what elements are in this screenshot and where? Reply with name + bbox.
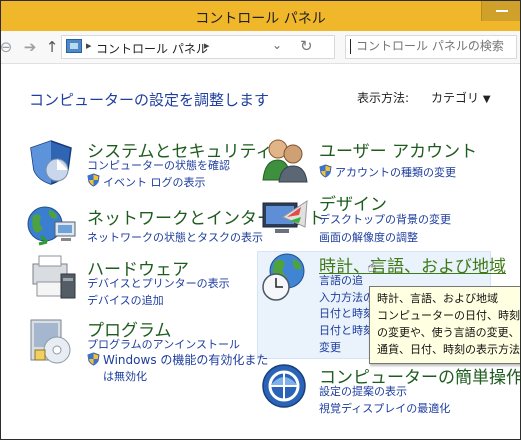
- uac-shield-icon: [319, 164, 332, 178]
- view-by-value: カテゴリ: [431, 91, 480, 105]
- link-windows-features-line1[interactable]: Windows の機能の有効化また: [103, 351, 268, 368]
- control-panel-icon: [66, 39, 82, 53]
- view-by-label: 表示方法:: [357, 91, 410, 105]
- network-globe-icon[interactable]: [27, 202, 77, 248]
- tooltip-line: 通貨、日付、時刻の表示方法: [377, 343, 520, 356]
- back-arrow-icon: ⊖: [0, 38, 13, 56]
- system-security-shield-icon[interactable]: [27, 138, 75, 186]
- control-panel-window: コントロール パネル ⊖ ➔ ↑ ▸ コントロール パネル ▸ ⌄ ↻ コンピュ…: [0, 0, 521, 440]
- minimize-button[interactable]: [481, 1, 520, 21]
- clock-globe-icon[interactable]: [261, 251, 309, 303]
- link-change-format[interactable]: 変更: [319, 339, 341, 355]
- link-add-language[interactable]: 言語の追: [319, 272, 363, 288]
- link-windows-features-line2[interactable]: は無効化: [103, 368, 147, 384]
- up-arrow-icon: ↑: [45, 38, 59, 56]
- view-by-dropdown[interactable]: カテゴリ ▼: [431, 89, 491, 106]
- uac-shield-icon: [87, 352, 100, 366]
- hardware-printer-icon[interactable]: [27, 254, 77, 302]
- page-title: コンピューターの設定を調整します: [29, 91, 270, 109]
- dropdown-arrow-icon: ▼: [482, 94, 491, 105]
- link-change-desktop-background[interactable]: デスクトップの背景の変更: [319, 211, 451, 227]
- link-date-time-1[interactable]: 日付と時刻: [319, 305, 374, 321]
- link-view-devices-printers[interactable]: デバイスとプリンターの表示: [87, 275, 230, 291]
- link-change-account-type[interactable]: アカウントの種類の変更: [335, 164, 456, 180]
- address-dropdown-icon[interactable]: ⌄: [272, 38, 282, 52]
- link-date-time-2[interactable]: 日付と時刻: [319, 322, 374, 338]
- link-add-device[interactable]: デバイスの追加: [87, 292, 164, 308]
- minimize-icon: [496, 10, 508, 12]
- link-view-event-logs[interactable]: イベント ログの表示: [103, 174, 206, 190]
- address-toolbar: ⊖ ➔ ↑ ▸ コントロール パネル ▸ ⌄ ↻: [1, 31, 520, 64]
- link-get-recommendations[interactable]: 設定の提案の表示: [319, 383, 407, 399]
- ease-of-access-icon[interactable]: [261, 363, 307, 409]
- back-button[interactable]: ⊖: [0, 38, 15, 56]
- link-optimize-visual-display[interactable]: 視覚ディスプレイの最適化: [319, 400, 450, 416]
- forward-button[interactable]: ➔: [21, 38, 39, 56]
- programs-disc-icon[interactable]: [29, 316, 75, 366]
- breadcrumb-control-panel[interactable]: コントロール パネル: [96, 40, 208, 57]
- tooltip-line: コンピューターの日付、時刻、タ: [377, 309, 520, 322]
- refresh-icon[interactable]: ↻: [300, 37, 313, 55]
- category-user-accounts[interactable]: ユーザー アカウント: [319, 137, 477, 162]
- tooltip: 時計、言語、および地域 コンピューターの日付、時刻、タ の変更や、使う言語の変更…: [369, 286, 521, 364]
- link-view-network-status[interactable]: ネットワークの状態とタスクの表示: [87, 229, 263, 245]
- address-bar[interactable]: ▸ コントロール パネル ▸ ⌄ ↻: [61, 35, 335, 59]
- link-adjust-screen-resolution[interactable]: 画面の解像度の調整: [319, 229, 418, 245]
- design-monitor-icon[interactable]: [261, 197, 309, 237]
- title-bar[interactable]: コントロール パネル: [1, 1, 520, 31]
- search-box[interactable]: [345, 35, 517, 59]
- tooltip-line: 時計、言語、および地域: [377, 292, 498, 305]
- text-caret: [350, 39, 351, 54]
- tooltip-line: の変更や、使う言語の変更、お: [377, 326, 521, 339]
- breadcrumb-separator-icon[interactable]: ▸: [86, 39, 92, 52]
- link-uninstall-program[interactable]: プログラムのアンインストール: [87, 336, 240, 352]
- uac-shield-icon: [87, 173, 100, 187]
- up-button[interactable]: ↑: [43, 38, 61, 56]
- link-check-computer-status[interactable]: コンピューターの状態を確認: [87, 157, 230, 173]
- link-change-input-method[interactable]: 入力方法の: [319, 289, 374, 305]
- breadcrumb-separator-icon[interactable]: ▸: [204, 39, 210, 52]
- forward-arrow-icon: ➔: [23, 38, 37, 56]
- window-title: コントロール パネル: [195, 11, 326, 27]
- search-input[interactable]: [356, 36, 506, 56]
- user-accounts-icon[interactable]: [261, 136, 309, 184]
